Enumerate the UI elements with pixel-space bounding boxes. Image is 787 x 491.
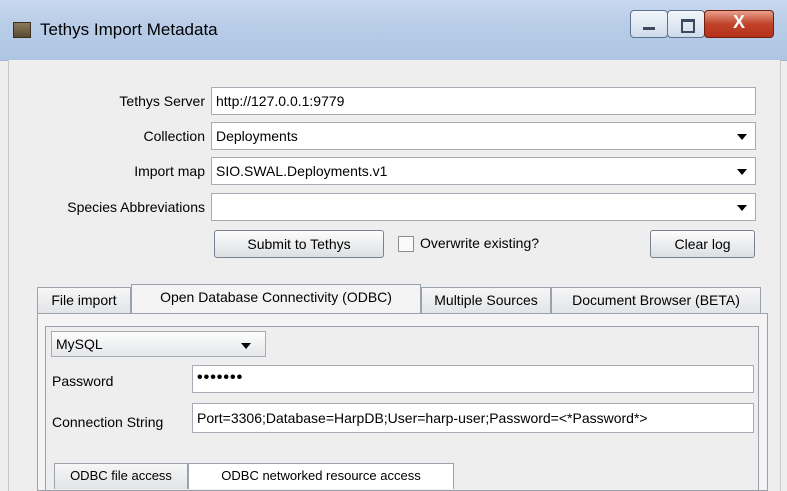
window-title: Tethys Import Metadata [40,20,218,39]
chevron-down-icon[interactable] [241,343,251,349]
driver-select[interactable]: MySQL [51,331,266,357]
server-input[interactable]: http://127.0.0.1:9779 [211,87,756,115]
app-icon [13,22,31,38]
overwrite-label: Overwrite existing? [420,235,540,251]
tab-document-browser[interactable]: Document Browser (BETA) [551,287,761,313]
connection-string-input[interactable]: Port=3306;Database=HarpDB;User=harp-user… [192,403,754,433]
tab-file-import[interactable]: File import [37,287,131,313]
species-label: Species Abbreviations [67,199,205,215]
driver-value: MySQL [56,336,103,352]
password-input[interactable]: ••••••• [192,365,754,393]
tab-multiple-sources[interactable]: Multiple Sources [421,287,551,313]
maximize-icon [681,19,695,33]
clear-log-button[interactable]: Clear log [650,230,755,258]
tab-odbc[interactable]: Open Database Connectivity (ODBC) [131,284,421,314]
chevron-down-icon[interactable] [737,134,747,140]
overwrite-checkbox[interactable] [398,236,414,252]
connection-string-label: Connection String [52,414,164,430]
close-icon: X [732,12,745,32]
chevron-down-icon[interactable] [737,169,747,175]
app-window: Tethys Import Metadata X Tethys Server h… [0,0,787,491]
import-map-value: SIO.SWAL.Deployments.v1 [216,163,388,179]
collection-value: Deployments [216,128,298,144]
subtab-odbc-file-access[interactable]: ODBC file access [54,463,188,489]
submit-button[interactable]: Submit to Tethys [214,230,384,258]
chevron-down-icon[interactable] [737,205,747,211]
close-button[interactable]: X [704,10,774,38]
maximize-button[interactable] [667,10,705,38]
server-label: Tethys Server [119,93,205,109]
minimize-button[interactable] [630,10,668,38]
subtab-odbc-networked[interactable]: ODBC networked resource access [188,463,454,489]
collection-label: Collection [143,128,205,144]
collection-select[interactable]: Deployments [211,122,756,150]
password-label: Password [52,373,114,389]
minimize-icon [643,27,655,30]
import-map-label: Import map [134,163,205,179]
species-select[interactable] [211,193,756,221]
import-map-select[interactable]: SIO.SWAL.Deployments.v1 [211,157,756,185]
title-bar[interactable]: Tethys Import Metadata X [0,0,787,61]
